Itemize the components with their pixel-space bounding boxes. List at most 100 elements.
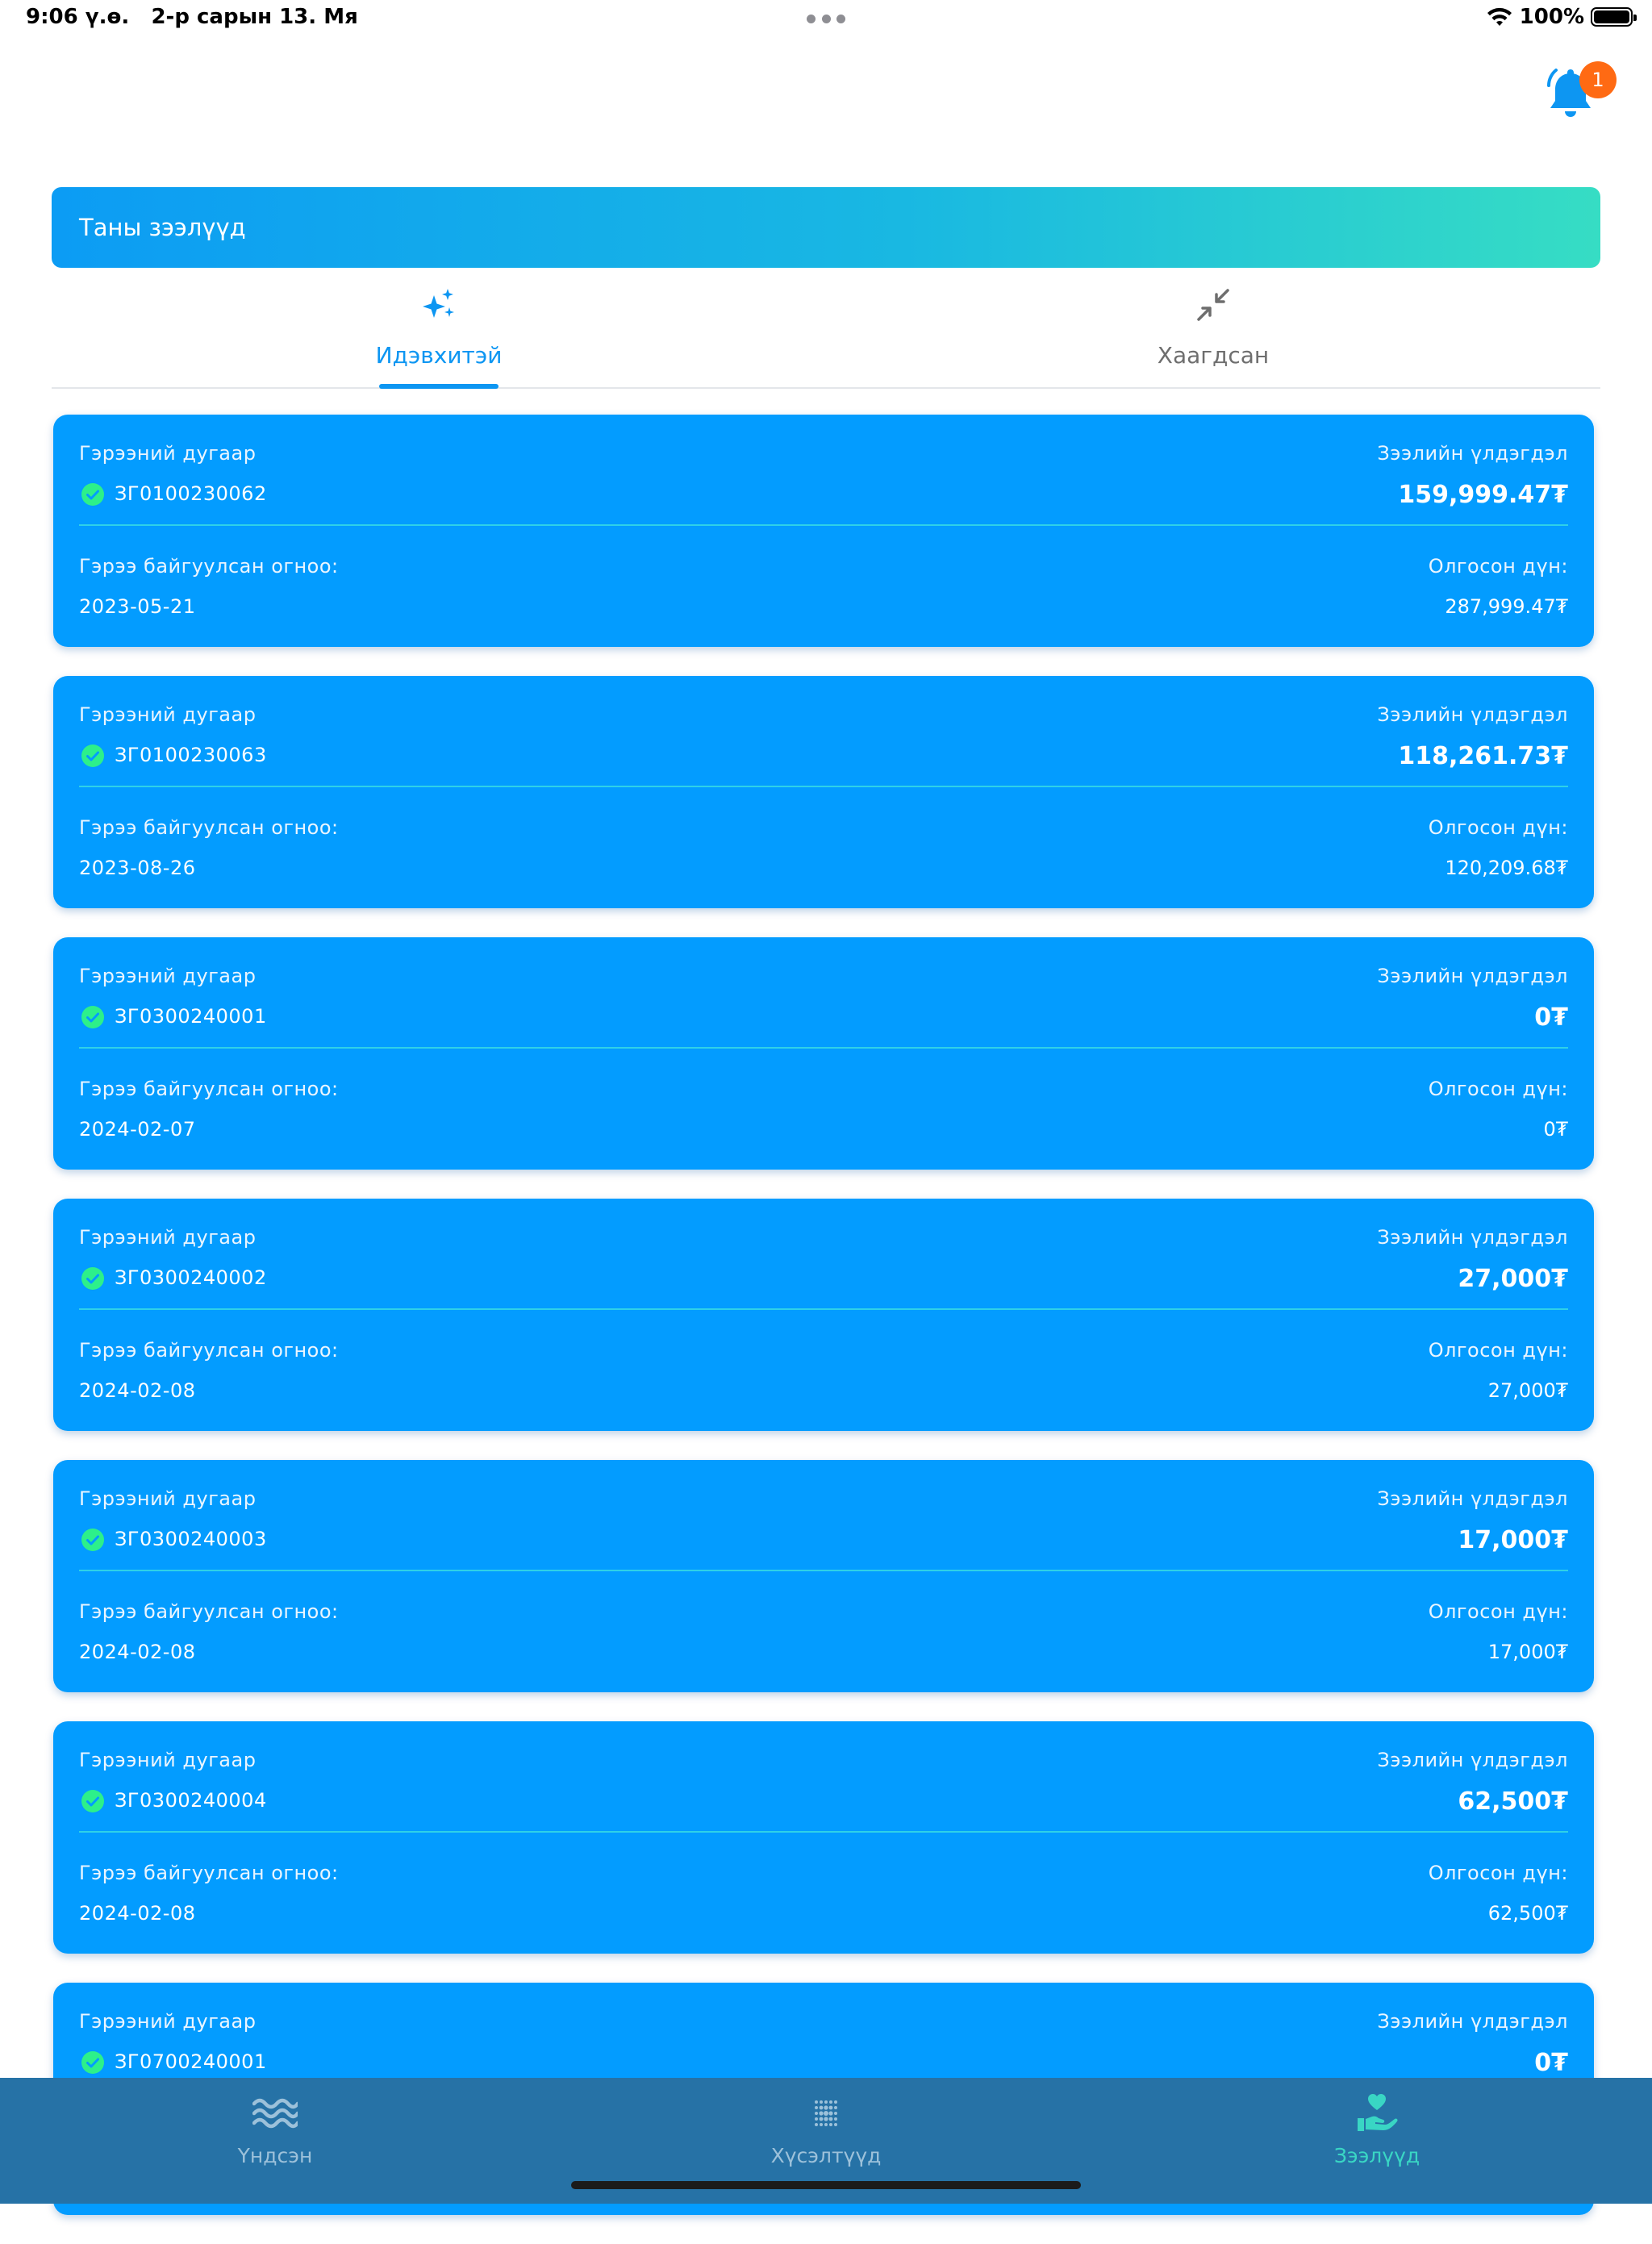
card-divider [79, 1831, 1568, 1833]
contract-date-label: Гэрээ байгуулсан огноо: [79, 1862, 339, 1884]
issued-amount: 120,209.68₮ [1445, 857, 1568, 879]
contract-date: 2023-08-26 [79, 857, 196, 879]
multitasking-dots-icon[interactable] [807, 13, 845, 24]
status-date: 2-р сарын 13. Мя [151, 5, 358, 29]
loan-balance: 0₮ [1534, 1003, 1568, 1032]
card-divider [79, 1570, 1568, 1571]
nav-loans-label: Зээлүүд [1333, 2144, 1420, 2167]
contract-no: ЗГ0300240003 [115, 1528, 267, 1550]
issued-amount-label: Олгосон дүн: [1428, 1339, 1568, 1362]
contract-no-label: Гэрээний дугаар [79, 1226, 257, 1249]
battery-icon [1591, 7, 1637, 27]
balance-label: Зээлийн үлдэгдэл [1377, 1487, 1568, 1510]
contract-no: ЗГ0300240004 [115, 1789, 267, 1812]
status-indicators: 100% [1486, 5, 1637, 29]
status-bar: 9:06 ү.ө. 2-р сарын 13. Мя 100% [0, 0, 1652, 39]
status-time: 9:06 ү.ө. 2-р сарын 13. Мя [26, 5, 358, 29]
balance-label: Зээлийн үлдэгдэл [1377, 703, 1568, 726]
status-clock: 9:06 ү.ө. [26, 5, 130, 29]
loan-status-tabs: Идэвхитэй Хаагдсан [52, 274, 1600, 389]
waves-icon [252, 2098, 298, 2129]
contract-no: ЗГ0300240002 [115, 1266, 267, 1289]
contract-no-label: Гэрээний дугаар [79, 1487, 257, 1510]
contract-no: ЗГ0700240001 [115, 2050, 267, 2073]
contract-date-label: Гэрээ байгуулсан огноо: [79, 816, 339, 839]
page-title: Таны зээлүүд [79, 214, 246, 241]
issued-amount: 27,000₮ [1487, 1379, 1568, 1402]
issued-amount: 62,500₮ [1487, 1902, 1568, 1925]
contract-no-label: Гэрээний дугаар [79, 703, 257, 726]
contract-no-label: Гэрээний дугаар [79, 2010, 257, 2033]
check-circle-icon [81, 745, 104, 767]
nav-home-label: Үндсэн [237, 2144, 313, 2167]
tab-active-label: Идэвхитэй [375, 342, 503, 369]
issued-amount-label: Олгосон дүн: [1428, 1862, 1568, 1884]
issued-amount-label: Олгосон дүн: [1428, 1078, 1568, 1100]
tab-closed-label: Хаагдсан [1157, 342, 1270, 369]
issued-amount-label: Олгосон дүн: [1428, 555, 1568, 578]
notification-button[interactable]: 1 [1546, 58, 1617, 123]
loan-card[interactable]: Гэрээний дугаар Зээлийн үлдэгдэл ЗГ03002… [53, 1460, 1594, 1692]
tab-active-indicator [379, 384, 499, 389]
loan-balance: 159,999.47₮ [1398, 481, 1568, 509]
check-circle-icon [81, 2051, 104, 2074]
card-divider [79, 1308, 1568, 1310]
loan-card[interactable]: Гэрээний дугаар Зээлийн үлдэгдэл ЗГ03002… [53, 1199, 1594, 1431]
contract-date-label: Гэрээ байгуулсан огноо: [79, 555, 339, 578]
check-circle-icon [81, 1790, 104, 1812]
balance-label: Зээлийн үлдэгдэл [1377, 1226, 1568, 1249]
contract-date: 2024-02-08 [79, 1902, 196, 1925]
loan-balance: 17,000₮ [1458, 1526, 1568, 1554]
issued-amount-label: Олгосон дүн: [1428, 1600, 1568, 1623]
check-circle-icon [81, 483, 104, 506]
card-divider [79, 1047, 1568, 1049]
loan-balance: 27,000₮ [1458, 1265, 1568, 1293]
check-circle-icon [81, 1529, 104, 1551]
loan-balance: 62,500₮ [1458, 1787, 1568, 1816]
contract-date-label: Гэрээ байгуулсан огноо: [79, 1078, 339, 1100]
wifi-icon [1487, 7, 1512, 26]
contract-no-label: Гэрээний дугаар [79, 1749, 257, 1771]
check-circle-icon [81, 1006, 104, 1028]
battery-percent: 100% [1519, 5, 1584, 29]
contract-date-label: Гэрээ байгуулсан огноо: [79, 1339, 339, 1362]
sparkles-icon [423, 289, 454, 318]
loan-list: Гэрээний дугаар Зээлийн үлдэгдэл ЗГ01002… [53, 415, 1594, 2244]
check-circle-icon [81, 1267, 104, 1290]
contract-no-label: Гэрээний дугаар [79, 442, 257, 465]
contract-date-label: Гэрээ байгуулсан огноо: [79, 1600, 339, 1623]
card-divider [79, 524, 1568, 526]
issued-amount: 287,999.47₮ [1445, 595, 1568, 618]
loan-card[interactable]: Гэрээний дугаар Зээлийн үлдэгдэл ЗГ01002… [53, 676, 1594, 908]
nav-requests-label: Хүсэлтүүд [770, 2144, 882, 2167]
contract-no-label: Гэрээний дугаар [79, 965, 257, 987]
tab-active-loans[interactable]: Идэвхитэй [52, 274, 826, 389]
contract-no: ЗГ0100230062 [115, 482, 267, 505]
loan-card[interactable]: Гэрээний дугаар Зээлийн үлдэгдэл ЗГ03002… [53, 1721, 1594, 1954]
nav-loans[interactable]: Зээлүүд [1102, 2078, 1652, 2175]
heart-hand-icon [1358, 2094, 1398, 2131]
issued-amount: 0₮ [1543, 1118, 1568, 1141]
notification-badge: 1 [1579, 61, 1617, 98]
contract-no: ЗГ0100230063 [115, 744, 267, 766]
dot-grid-icon [815, 2100, 837, 2126]
contract-date: 2024-02-08 [79, 1641, 196, 1663]
issued-amount-label: Олгосон дүн: [1428, 816, 1568, 839]
tab-closed-loans[interactable]: Хаагдсан [826, 274, 1600, 387]
loan-card[interactable]: Гэрээний дугаар Зээлийн үлдэгдэл ЗГ01002… [53, 415, 1594, 647]
loan-balance: 0₮ [1534, 2049, 1568, 2077]
contract-date: 2024-02-08 [79, 1379, 196, 1402]
card-divider [79, 786, 1568, 787]
page-title-banner: Таны зээлүүд [52, 187, 1600, 268]
loan-balance: 118,261.73₮ [1398, 742, 1568, 770]
contract-date: 2024-02-07 [79, 1118, 196, 1141]
nav-requests[interactable]: Хүсэлтүүд [551, 2078, 1101, 2175]
balance-label: Зээлийн үлдэгдэл [1377, 2010, 1568, 2033]
issued-amount: 17,000₮ [1487, 1641, 1568, 1663]
home-indicator[interactable] [571, 2181, 1081, 2189]
contract-no: ЗГ0300240001 [115, 1005, 267, 1028]
loan-card[interactable]: Гэрээний дугаар Зээлийн үлдэгдэл ЗГ03002… [53, 937, 1594, 1170]
nav-home[interactable]: Үндсэн [0, 2078, 550, 2175]
compress-arrows-icon [1197, 289, 1229, 321]
balance-label: Зээлийн үлдэгдэл [1377, 1749, 1568, 1771]
